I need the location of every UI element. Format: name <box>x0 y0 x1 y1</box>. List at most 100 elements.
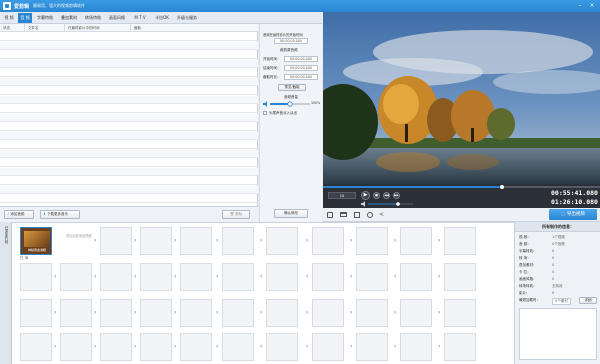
transition-arrow-icon[interactable]: › <box>350 273 352 280</box>
empty-clip-slot[interactable] <box>60 263 92 291</box>
transition-arrow-icon[interactable]: › <box>350 309 352 316</box>
column-divider[interactable] <box>130 24 131 32</box>
empty-clip-slot[interactable] <box>60 299 92 327</box>
transition-arrow-icon[interactable]: › <box>260 237 262 244</box>
transition-arrow-icon[interactable]: › <box>394 237 396 244</box>
open-project-icon[interactable] <box>354 212 360 218</box>
clip-start-field[interactable]: 00:00:00.000 <box>284 56 318 62</box>
tab-overlay[interactable]: 叠加素材 <box>58 13 80 23</box>
empty-clip-slot[interactable] <box>222 299 254 327</box>
empty-clip-slot[interactable] <box>20 299 52 327</box>
empty-clip-slot[interactable] <box>400 227 432 255</box>
transition-arrow-icon[interactable]: › <box>94 237 96 244</box>
minimize-button[interactable]: – <box>576 2 584 10</box>
empty-clip-slot[interactable] <box>180 263 212 291</box>
empty-clip-slot[interactable] <box>140 263 172 291</box>
transition-arrow-icon[interactable]: › <box>438 309 440 316</box>
video-preview[interactable] <box>323 12 600 184</box>
transition-arrow-icon[interactable]: › <box>216 273 218 280</box>
info-detail-button[interactable]: 详细 <box>579 297 597 304</box>
transition-arrow-icon[interactable]: › <box>260 309 262 316</box>
empty-clip-slot[interactable] <box>356 333 388 361</box>
tab-subtitle-effects[interactable]: 字幕特效 <box>34 13 56 23</box>
empty-clip-slot[interactable] <box>312 227 344 255</box>
transition-arrow-icon[interactable]: › <box>134 237 136 244</box>
empty-clip-slot[interactable] <box>356 263 388 291</box>
tab-video[interactable]: 视 频 <box>2 13 16 23</box>
tab-transitions[interactable]: 转场特效 <box>82 13 104 23</box>
empty-clip-slot[interactable] <box>222 263 254 291</box>
delete-button[interactable]: 🗑 删除 <box>222 210 250 219</box>
empty-clip-slot[interactable] <box>180 333 212 361</box>
clip-end-field[interactable]: 00:00:00.000 <box>284 65 318 71</box>
transition-arrow-icon[interactable]: › <box>174 309 176 316</box>
empty-clip-slot[interactable] <box>312 333 344 361</box>
transition-arrow-icon[interactable]: › <box>216 309 218 316</box>
empty-clip-slot[interactable] <box>100 299 132 327</box>
empty-clip-slot[interactable] <box>266 299 298 327</box>
empty-clip-slot[interactable] <box>222 227 254 255</box>
transition-arrow-icon[interactable]: › <box>174 273 176 280</box>
transition-arrow-icon[interactable]: › <box>134 273 136 280</box>
list-body[interactable] <box>0 33 258 206</box>
empty-clip-slot[interactable] <box>180 227 212 255</box>
transition-arrow-icon[interactable]: › <box>216 343 218 350</box>
prev-frame-button[interactable]: ◀◀ <box>383 192 390 199</box>
folder-icon[interactable] <box>340 212 347 217</box>
play-button[interactable]: ▶ <box>361 191 370 200</box>
timeline[interactable]: 神秘黄金满眼 已 添 双击此处添加视频 › › › › › › › › › › … <box>0 222 514 364</box>
fade-checkbox[interactable] <box>263 111 267 115</box>
transition-arrow-icon[interactable]: › <box>174 237 176 244</box>
transition-arrow-icon[interactable]: › <box>306 309 308 316</box>
empty-clip-slot[interactable] <box>400 299 432 327</box>
empty-clip-slot[interactable] <box>444 299 476 327</box>
empty-clip-slot[interactable] <box>222 333 254 361</box>
transition-arrow-icon[interactable]: › <box>394 273 396 280</box>
empty-clip-slot[interactable] <box>400 263 432 291</box>
timeline-side-tab[interactable]: 已添加片段 <box>0 222 12 364</box>
transition-arrow-icon[interactable]: › <box>260 343 262 350</box>
add-audio-button[interactable]: ♪ 添加音频 <box>4 210 34 219</box>
transition-arrow-icon[interactable]: › <box>306 343 308 350</box>
speed-selector[interactable]: 1X <box>328 192 356 199</box>
transition-arrow-icon[interactable]: › <box>394 343 396 350</box>
empty-clip-slot[interactable] <box>356 299 388 327</box>
share-icon[interactable]: < <box>379 211 384 218</box>
transition-arrow-icon[interactable]: › <box>134 343 136 350</box>
transition-arrow-icon[interactable]: › <box>94 309 96 316</box>
tab-audio[interactable]: 音 频 <box>18 13 32 23</box>
transition-arrow-icon[interactable]: › <box>54 343 56 350</box>
tab-styles[interactable]: 画面风格 <box>106 13 128 23</box>
close-button[interactable]: × <box>588 2 596 10</box>
empty-clip-slot[interactable] <box>356 227 388 255</box>
empty-clip-slot[interactable] <box>266 227 298 255</box>
save-icon[interactable] <box>327 212 333 218</box>
player-volume-slider[interactable] <box>361 201 421 207</box>
clip-duration-field[interactable]: 00:00:00.000 <box>284 74 318 80</box>
snapshot-icon[interactable] <box>367 212 373 218</box>
empty-clip-slot[interactable] <box>312 299 344 327</box>
column-divider[interactable] <box>24 24 25 32</box>
column-divider[interactable] <box>64 24 65 32</box>
transition-arrow-icon[interactable]: › <box>94 343 96 350</box>
transition-arrow-icon[interactable]: › <box>54 273 56 280</box>
transition-arrow-icon[interactable]: › <box>134 309 136 316</box>
transition-arrow-icon[interactable]: › <box>174 343 176 350</box>
tab-mtv[interactable]: M T V <box>130 13 150 23</box>
empty-clip-slot[interactable] <box>140 227 172 255</box>
empty-clip-slot[interactable] <box>444 333 476 361</box>
tab-upgrade[interactable]: 升级与服务 <box>174 13 200 23</box>
empty-clip-slot[interactable] <box>100 227 132 255</box>
empty-clip-slot[interactable] <box>266 333 298 361</box>
transition-arrow-icon[interactable]: › <box>260 273 262 280</box>
empty-clip-slot[interactable] <box>140 299 172 327</box>
transition-arrow-icon[interactable]: › <box>54 309 56 316</box>
transition-arrow-icon[interactable]: › <box>438 343 440 350</box>
stop-button[interactable]: ■ <box>373 192 380 199</box>
transition-arrow-icon[interactable]: › <box>394 309 396 316</box>
empty-clip-slot[interactable] <box>140 333 172 361</box>
empty-clip-slot[interactable] <box>444 263 476 291</box>
add-video-hint[interactable]: 双击此处添加视频 <box>66 234 96 238</box>
download-music-button[interactable]: ⬇ 下载更多音乐 <box>40 210 80 219</box>
empty-clip-slot[interactable] <box>100 333 132 361</box>
